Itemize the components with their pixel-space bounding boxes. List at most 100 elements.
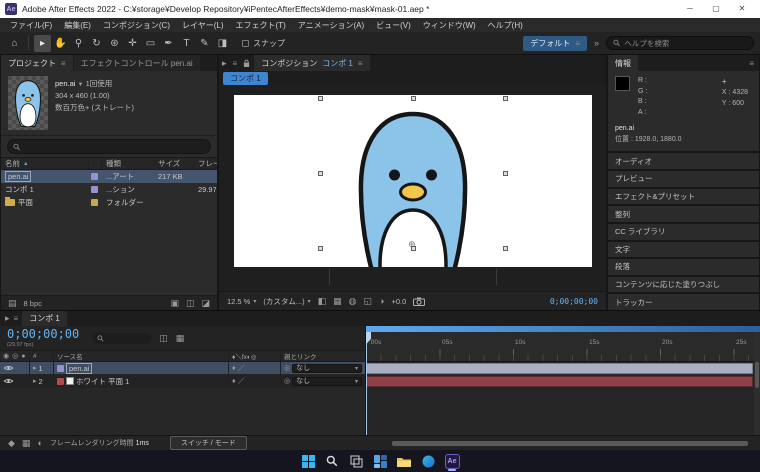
source-name-column-header[interactable]: ソース名: [54, 351, 229, 361]
timeline-track-area[interactable]: :00s 05s 10s 15s 20s 25s: [366, 326, 760, 435]
quality-switch-icon[interactable]: ♦: [232, 365, 236, 372]
file-explorer-button[interactable]: [396, 453, 412, 469]
column-size[interactable]: サイズ: [154, 158, 194, 169]
maximize-button[interactable]: ▢: [703, 0, 729, 18]
horizontal-scrollbar[interactable]: [392, 440, 748, 446]
pan-behind-tool-icon[interactable]: ✛: [124, 35, 141, 52]
panel-menu-icon[interactable]: ≡: [14, 314, 19, 323]
parent-select[interactable]: なし ▾: [292, 363, 362, 373]
label-color-chip[interactable]: [91, 173, 98, 180]
switches-modes-button[interactable]: スイッチ / モード: [169, 436, 247, 450]
visibility-toggle[interactable]: [3, 365, 14, 371]
layer-name[interactable]: pen.ai: [66, 362, 93, 374]
panel-header-tracker[interactable]: トラッカー: [608, 294, 759, 310]
project-row-comp1[interactable]: コンポ 1 ...ション 29.97: [1, 183, 217, 196]
channels-icon[interactable]: ◑: [379, 296, 384, 306]
fast-previews-icon[interactable]: ◧: [318, 296, 327, 306]
pickwhip-icon[interactable]: ◎: [284, 365, 290, 372]
timeline-tab-comp1[interactable]: コンポ 1: [22, 311, 67, 326]
panel-menu-icon[interactable]: ≡: [231, 59, 240, 68]
vertical-scrollbar[interactable]: [754, 332, 760, 435]
timeline-options-icon[interactable]: ▦: [176, 333, 185, 343]
current-timecode[interactable]: 0;00;00;00 (29.97 fps): [7, 328, 79, 348]
menu-file[interactable]: ファイル(F): [4, 20, 58, 31]
shy-layers-icon[interactable]: ◆: [8, 438, 15, 448]
menu-view[interactable]: ビュー(V): [370, 20, 417, 31]
label-color-chip[interactable]: [91, 186, 98, 193]
pen-tool-icon[interactable]: ✒: [160, 35, 177, 52]
layer-expand-icon[interactable]: ▸: [33, 378, 37, 385]
composition-canvas[interactable]: ⊕: [234, 95, 592, 267]
selection-tool-icon[interactable]: ▸: [34, 34, 51, 52]
transparency-grid-icon[interactable]: ▦: [333, 296, 342, 306]
selection-handle[interactable]: [318, 96, 323, 101]
footage-thumbnail[interactable]: [8, 76, 48, 130]
panel-header-audio[interactable]: オーディオ: [608, 153, 759, 169]
exposure-value[interactable]: +0.0: [391, 297, 406, 306]
brush-tool-icon[interactable]: ✎: [196, 35, 213, 52]
quality-switch-icon[interactable]: ♦: [232, 378, 236, 385]
column-fps[interactable]: フレー: [194, 158, 217, 169]
tab-composition[interactable]: コンポジション コンポ 1 ≡: [254, 55, 370, 71]
panel-header-content-aware-fill[interactable]: コンテンツに応じた塗りつぶし: [608, 276, 759, 293]
layer-expand-icon[interactable]: ▸: [33, 365, 37, 372]
label-color-chip[interactable]: [91, 199, 98, 206]
layer-label-chip[interactable]: [57, 377, 64, 385]
selection-handle[interactable]: [411, 246, 416, 251]
selection-handle[interactable]: [503, 246, 508, 251]
panel-header-cc-libraries[interactable]: CC ライブラリ: [608, 223, 759, 240]
tab-effect-controls[interactable]: エフェクトコントロール pen.ai: [73, 55, 200, 71]
menu-composition[interactable]: コンポジション(C): [97, 20, 176, 31]
new-folder-icon[interactable]: ▣: [170, 298, 179, 308]
workspace-selector[interactable]: デフォルト ≡: [523, 35, 587, 51]
layer-bar-penai[interactable]: [366, 363, 753, 374]
parent-select[interactable]: なし ▾: [292, 376, 362, 386]
tab-project[interactable]: プロジェクト ≡: [1, 55, 73, 71]
menu-window[interactable]: ウィンドウ(W): [417, 20, 482, 31]
close-button[interactable]: ✕: [729, 0, 755, 18]
zoom-tool-icon[interactable]: ⚲: [70, 35, 87, 52]
menu-effect[interactable]: エフェクト(T): [230, 20, 292, 31]
start-button[interactable]: [300, 453, 316, 469]
panel-menu-icon[interactable]: ≡: [61, 59, 66, 68]
caret-down-icon[interactable]: ▼: [78, 82, 84, 88]
viewer-timecode[interactable]: 0;00;00;00: [550, 297, 598, 306]
current-time-indicator[interactable]: [366, 332, 371, 435]
frame-blending-icon[interactable]: ▦: [22, 438, 31, 448]
panel-chevron-icon[interactable]: ▸: [219, 58, 230, 68]
pickwhip-icon[interactable]: ◎: [284, 378, 290, 385]
menu-layer[interactable]: レイヤー(L): [176, 20, 230, 31]
selection-handle[interactable]: [318, 246, 323, 251]
trash-icon[interactable]: ◪: [201, 298, 210, 308]
project-search-box[interactable]: [7, 139, 211, 154]
panel-header-preview[interactable]: プレビュー: [608, 171, 759, 187]
composition-viewer[interactable]: ⊕: [219, 85, 606, 291]
layer-name[interactable]: ホワイト 平面 1: [76, 376, 129, 387]
taskbar-search-button[interactable]: [324, 453, 340, 469]
resolution-select[interactable]: (カスタム...) ▾: [263, 296, 310, 307]
selection-handle[interactable]: [411, 96, 416, 101]
help-search-box[interactable]: [606, 36, 754, 50]
parent-column-header[interactable]: 親とリンク: [281, 351, 365, 361]
panel-header-align[interactable]: 整列: [608, 206, 759, 222]
motion-blur-icon[interactable]: ◐: [37, 438, 42, 448]
visibility-toggle[interactable]: [3, 378, 14, 384]
snapshot-camera-icon[interactable]: [413, 297, 425, 306]
new-composition-icon[interactable]: ◫: [186, 298, 195, 308]
menu-edit[interactable]: 編集(E): [58, 20, 97, 31]
workspace-overflow-icon[interactable]: »: [594, 38, 599, 48]
selection-handle[interactable]: [503, 96, 508, 101]
task-view-button[interactable]: [348, 453, 364, 469]
viewer-tab-comp1[interactable]: コンポ 1: [223, 71, 268, 85]
column-type[interactable]: 種類: [102, 158, 154, 169]
column-name[interactable]: 名前: [5, 158, 20, 169]
layer-row-penai[interactable]: ▸ 1 pen.ai ♦ ／ ◎ なし ▾: [0, 362, 365, 375]
panel-list-icon[interactable]: ▤: [8, 298, 17, 308]
panel-header-paragraph[interactable]: 段落: [608, 259, 759, 275]
menu-help[interactable]: ヘルプ(H): [482, 20, 529, 31]
project-search-input[interactable]: [24, 142, 205, 151]
minimize-button[interactable]: ─: [677, 0, 703, 18]
zoom-level-select[interactable]: 12.5 % ▾: [227, 297, 256, 306]
time-ruler[interactable]: :00s 05s 10s 15s 20s 25s: [366, 332, 760, 362]
widgets-button[interactable]: [372, 453, 388, 469]
